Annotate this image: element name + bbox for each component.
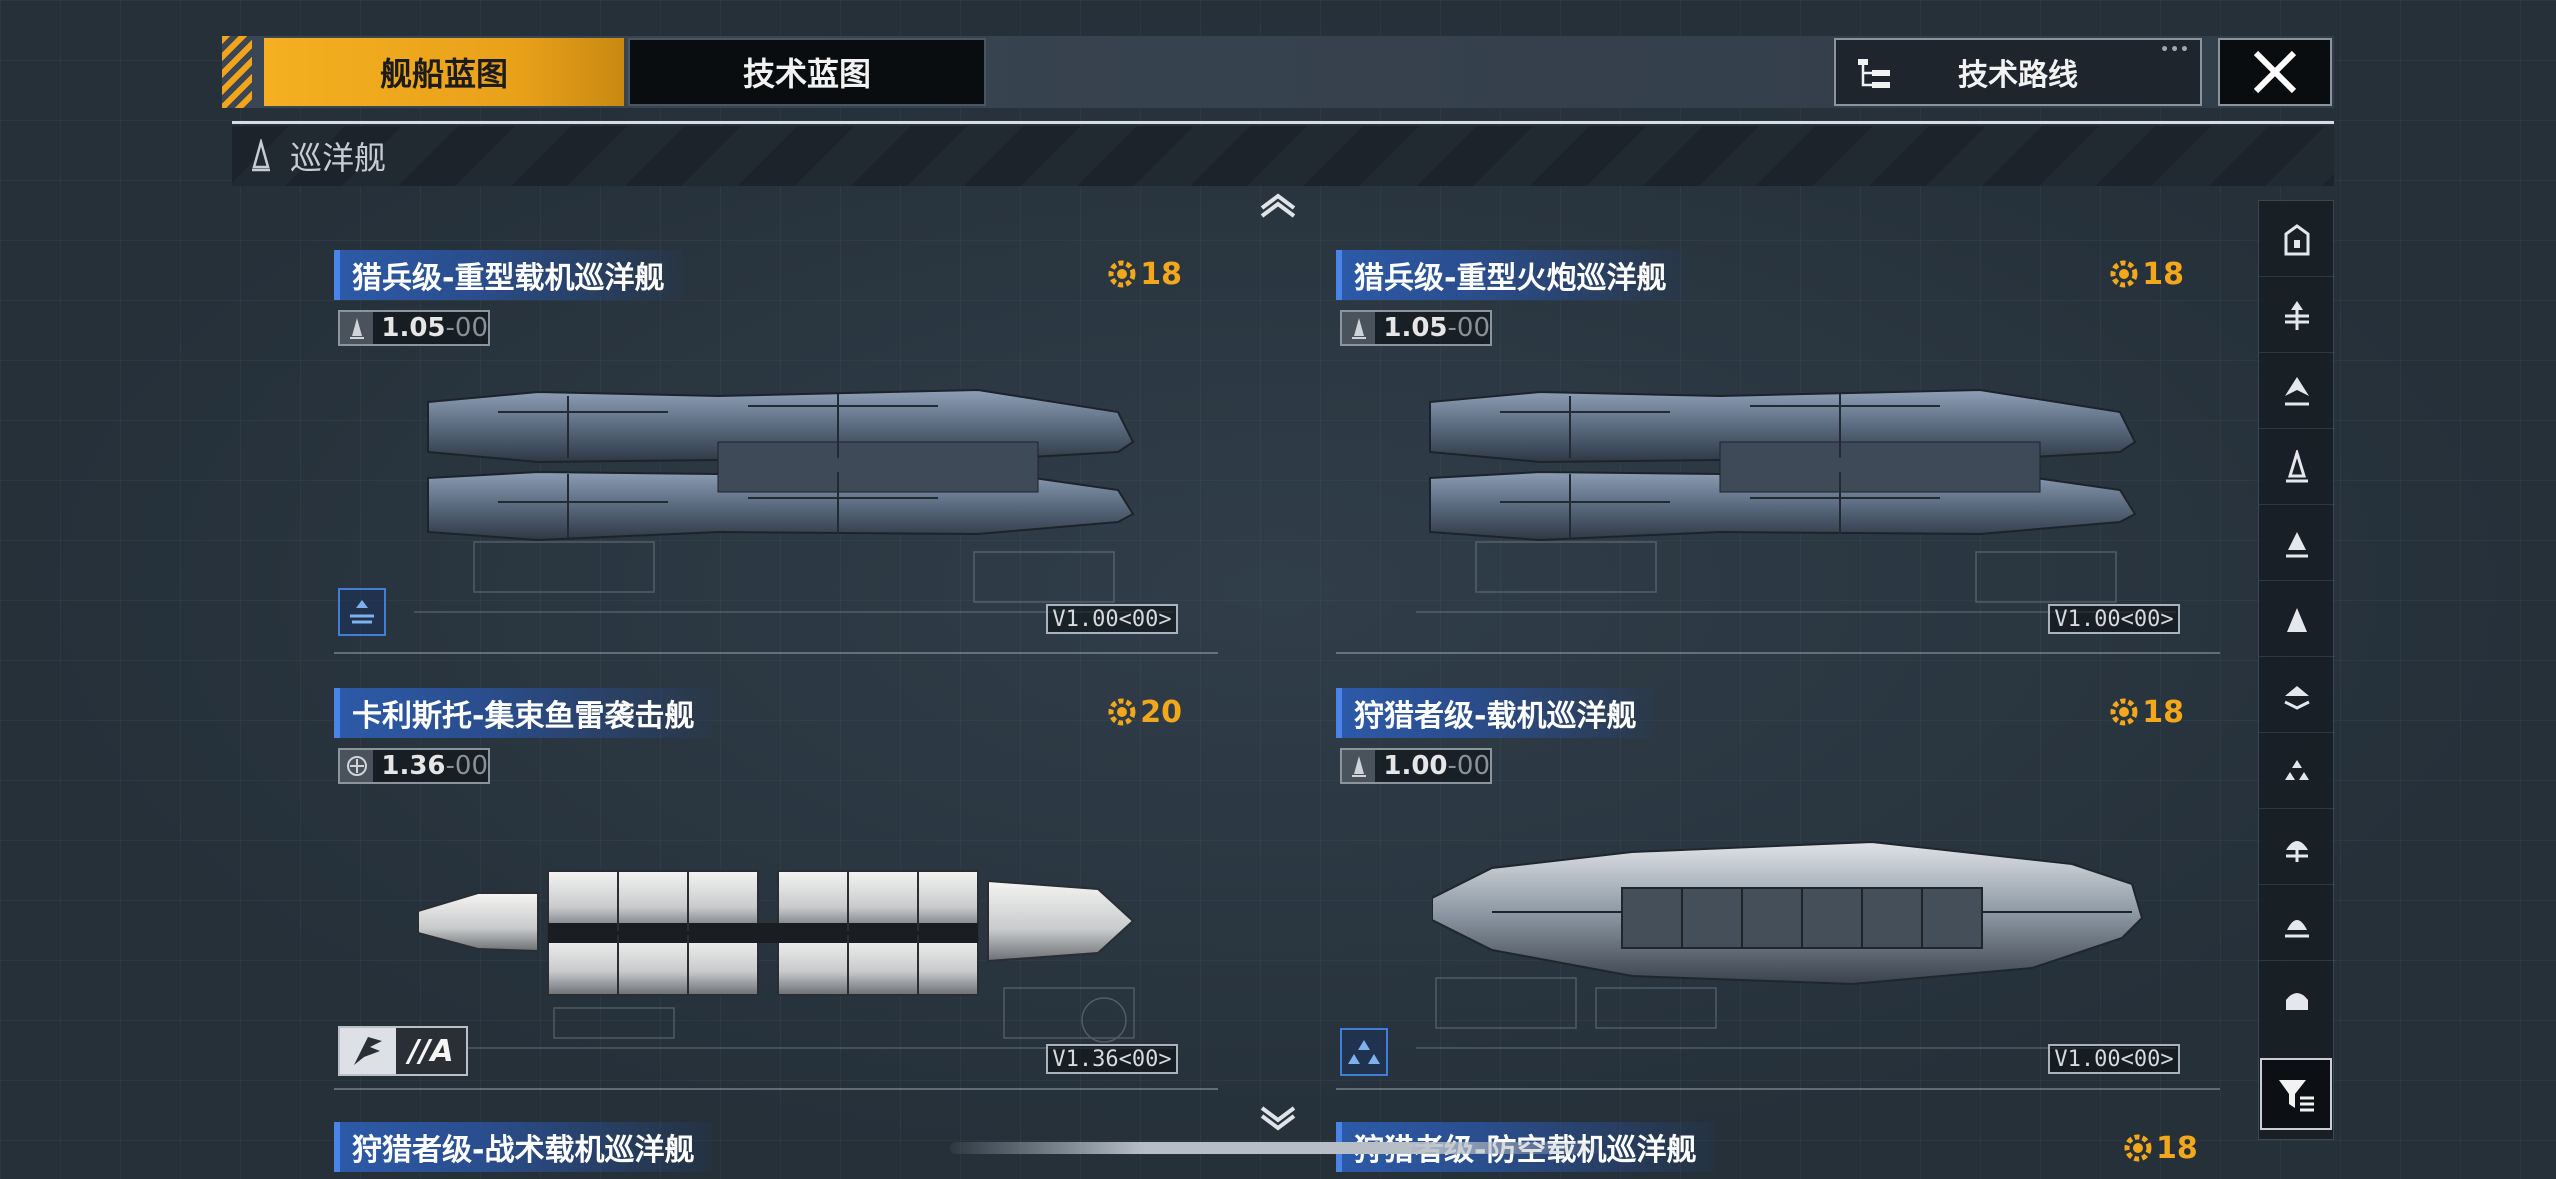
version-sub: -00	[1447, 313, 1490, 343]
close-icon	[2253, 50, 2297, 94]
support-icon	[2285, 919, 2309, 937]
tab-tech-blueprint[interactable]: 技术蓝图	[628, 38, 986, 106]
version-sub: -00	[1447, 751, 1490, 781]
ship-cost-value: 18	[1140, 256, 1182, 292]
carrier-icon	[2285, 300, 2309, 330]
filter-support[interactable]	[2259, 885, 2335, 961]
auxiliary-icon	[2286, 993, 2308, 1010]
ship-card[interactable]: 狩猎者级-载机巡洋舰 18 1.00 -00 V1.00<00>	[1336, 668, 2220, 1090]
corvette-icon	[2284, 685, 2310, 710]
header-divider	[232, 121, 2334, 124]
ship-cost: 18	[2110, 692, 2184, 732]
fighter-icon	[2285, 759, 2309, 780]
top-bar-stripe	[222, 36, 252, 108]
battleship-icon	[2284, 223, 2310, 255]
category-header: 巡洋舰	[232, 126, 2334, 186]
version-badge: 1.05 -00	[338, 310, 490, 346]
filter-corvette[interactable]	[2259, 657, 2335, 733]
filter-auxiliary[interactable]	[2259, 961, 2335, 1037]
carrier-type-icon	[338, 588, 386, 636]
ship-name: 猎兵级-重型火炮巡洋舰	[1336, 250, 1685, 300]
ship-cost: 20	[1108, 692, 1182, 732]
version-tag: V1.00<00>	[1046, 604, 1178, 634]
version-tag: V1.00<00>	[2048, 604, 2180, 634]
tech-route-label: 技术路线	[1958, 58, 2078, 93]
cruiser-icon	[252, 139, 270, 172]
battlecruiser-icon	[2285, 376, 2309, 405]
ship-name: 卡利斯托-集束鱼雷袭击舰	[334, 688, 713, 738]
cost-gear-icon	[1108, 260, 1136, 288]
card-divider	[334, 1088, 1218, 1090]
scroll-up-icon[interactable]	[1258, 192, 1298, 220]
ship-cost-value: 20	[1140, 694, 1182, 730]
dots-icon: •••	[2160, 42, 2190, 58]
cruiser-icon	[2286, 449, 2308, 482]
tech-route-button[interactable]: 技术路线 •••	[1834, 38, 2202, 106]
cruiser-icon	[1342, 750, 1376, 782]
version-main: 1.36	[381, 751, 446, 781]
version-sub: -00	[445, 751, 488, 781]
frigate-icon	[2287, 607, 2307, 632]
filter-fighter[interactable]	[2259, 733, 2335, 809]
ship-cost-value: 18	[2142, 694, 2184, 730]
close-button[interactable]	[2218, 38, 2332, 106]
cruiser-icon	[1342, 312, 1376, 344]
ship-name: 猎兵级-重型载机巡洋舰	[334, 250, 683, 300]
torpedo-icon	[340, 750, 374, 782]
rank-emblem-icon	[340, 1028, 396, 1074]
station-icon	[2286, 840, 2308, 862]
ship-class-filter-bar	[2258, 200, 2335, 1140]
ship-card[interactable]: 卡利斯托-集束鱼雷袭击舰 20 1.36 -00 //A V1.36<00>	[334, 668, 1218, 1090]
cruiser-icon	[340, 312, 374, 344]
ship-cost: 18	[1108, 254, 1182, 294]
filter-cruiser[interactable]	[2259, 429, 2335, 505]
filter-battleship[interactable]	[2259, 201, 2335, 277]
version-sub: -00	[445, 313, 488, 343]
cost-gear-icon	[2110, 260, 2138, 288]
ship-name-partial[interactable]: 狩猎者级-战术载机巡洋舰	[334, 1122, 713, 1172]
ship-card[interactable]: 猎兵级-重型载机巡洋舰 18 1.05 -00 V1.00<00>	[334, 232, 1218, 654]
fighter-type-icon	[1340, 1028, 1388, 1076]
filter-destroyer[interactable]	[2259, 505, 2335, 581]
version-tag: V1.36<00>	[1046, 1044, 1178, 1074]
tab-ship-blueprint[interactable]: 舰船蓝图	[264, 38, 624, 106]
rank-badge: //A	[338, 1026, 468, 1076]
version-main: 1.05	[381, 313, 446, 343]
ship-card[interactable]: 猎兵级-重型火炮巡洋舰 18 1.05 -00 V1.00<00>	[1336, 232, 2220, 654]
card-divider	[1336, 652, 2220, 654]
ship-cost: 18	[2110, 254, 2184, 294]
filter-button[interactable]	[2260, 1058, 2332, 1130]
filter-battlecruiser[interactable]	[2259, 353, 2335, 429]
tab-tech-blueprint-label: 技术蓝图	[742, 55, 871, 93]
destroyer-icon	[2286, 531, 2308, 557]
version-tag: V1.00<00>	[2048, 1044, 2180, 1074]
version-badge: 1.00 -00	[1340, 748, 1492, 784]
rank-label: //A	[396, 1028, 466, 1074]
filter-icon	[2279, 1080, 2314, 1112]
version-badge: 1.05 -00	[1340, 310, 1492, 346]
ship-name: 狩猎者级-载机巡洋舰	[1336, 688, 1655, 738]
tab-ship-blueprint-label: 舰船蓝图	[379, 55, 508, 93]
filter-frigate[interactable]	[2259, 581, 2335, 657]
category-label: 巡洋舰	[290, 139, 387, 177]
scroll-down-icon[interactable]	[1258, 1104, 1298, 1132]
version-badge: 1.36 -00	[338, 748, 490, 784]
filter-station[interactable]	[2259, 809, 2335, 885]
filter-carrier[interactable]	[2259, 277, 2335, 353]
home-indicator	[950, 1142, 1600, 1154]
version-main: 1.05	[1383, 313, 1448, 343]
card-divider	[1336, 1088, 2220, 1090]
cost-gear-icon	[2124, 1134, 2152, 1162]
ship-cost-value: 18	[2156, 1130, 2198, 1166]
card-divider	[334, 652, 1218, 654]
cost-gear-icon	[1108, 698, 1136, 726]
version-main: 1.00	[1383, 751, 1448, 781]
cost-gear-icon	[2110, 698, 2138, 726]
ship-cost-value: 18	[2142, 256, 2184, 292]
tree-list-icon	[1858, 59, 1890, 88]
